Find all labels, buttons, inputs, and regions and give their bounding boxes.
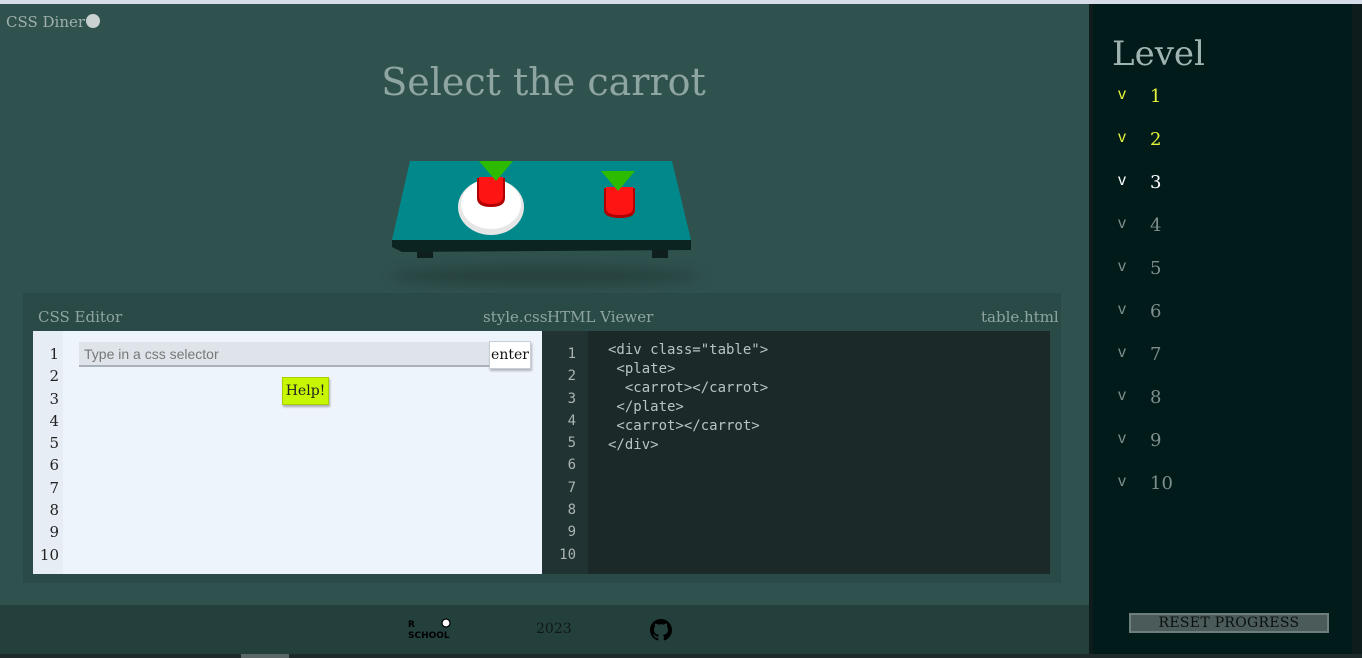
editor-panels: CSS Editor style.css HTML Viewer table.h… <box>23 293 1061 583</box>
level-item[interactable]: v6 <box>1118 301 1173 344</box>
line-number: 10 <box>39 545 59 564</box>
level-number: 5 <box>1150 258 1162 279</box>
check-icon: v <box>1118 215 1126 232</box>
level-item[interactable]: v9 <box>1118 430 1173 473</box>
line-number: 4 <box>49 411 59 430</box>
css-editor-title: CSS Editor <box>38 308 123 326</box>
check-icon: v <box>1118 258 1126 275</box>
level-number: 10 <box>1150 473 1173 494</box>
level-number: 7 <box>1150 344 1162 365</box>
rs-school-logo[interactable]: R SCHOOL <box>406 617 462 641</box>
css-editor: 1 2 3 4 5 6 7 8 9 10 enter Help! <box>33 331 542 574</box>
html-viewer-title: HTML Viewer <box>547 308 654 326</box>
line-number: 6 <box>567 457 576 474</box>
table-leg-right <box>652 250 668 258</box>
level-item[interactable]: v5 <box>1118 258 1173 301</box>
line-number: 1 <box>567 346 576 362</box>
horizontal-scrollbar[interactable] <box>0 654 1362 658</box>
line-number: 8 <box>567 502 576 519</box>
html-viewer-gutter: 1 2 3 4 5 6 7 8 9 10 <box>542 331 588 574</box>
level-item-current[interactable]: v3 <box>1118 172 1173 215</box>
level-item[interactable]: v4 <box>1118 215 1173 258</box>
html-code: <div class="table"> <plate> <carrot></ca… <box>608 341 768 455</box>
table-front <box>392 240 691 252</box>
line-number: 1 <box>49 345 59 363</box>
line-number: 9 <box>49 523 59 542</box>
level-sidebar-panel: Level v1 v2 v3 v4 v5 v6 v7 v8 v9 v 10 RES… <box>1093 4 1352 654</box>
table-illustration <box>392 161 691 258</box>
check-icon: v <box>1118 344 1126 361</box>
footer-year: 2023 <box>536 621 572 637</box>
level-number: 6 <box>1150 301 1162 322</box>
code-line[interactable]: <plate> <box>608 360 768 379</box>
level-sidebar: Level v1 v2 v3 v4 v5 v6 v7 v8 v9 v 10 RES… <box>1089 4 1362 654</box>
line-number: 8 <box>49 501 59 520</box>
code-line[interactable]: <carrot></carrot> <box>608 379 768 398</box>
line-number: 9 <box>567 524 576 541</box>
check-icon: v <box>1118 387 1126 404</box>
html-viewer: 1 2 3 4 5 6 7 8 9 10 <div class="table">… <box>542 331 1050 574</box>
check-icon: v <box>1118 473 1126 490</box>
line-number: 4 <box>567 412 576 429</box>
css-editor-filename: style.css <box>483 308 548 326</box>
line-number: 2 <box>567 368 576 385</box>
check-icon: v <box>1118 430 1126 447</box>
line-number: 7 <box>49 478 59 497</box>
line-number: 5 <box>567 435 576 452</box>
line-number: 2 <box>49 367 59 386</box>
svg-text:R: R <box>408 620 415 630</box>
line-number: 6 <box>49 456 59 475</box>
code-line[interactable]: <div class="table"> <box>608 341 768 360</box>
level-number: 8 <box>1150 387 1162 408</box>
level-item[interactable]: v8 <box>1118 387 1173 430</box>
line-number: 10 <box>559 546 576 563</box>
line-number: 5 <box>49 434 59 453</box>
table-top <box>392 161 691 240</box>
level-number: 3 <box>1150 172 1162 193</box>
scrollbar-thumb[interactable] <box>241 654 289 658</box>
level-number: 4 <box>1150 215 1162 236</box>
menu-toggle-icon[interactable] <box>86 14 100 28</box>
line-number: 3 <box>49 389 59 408</box>
enter-button[interactable]: enter <box>489 341 531 369</box>
check-icon: v <box>1118 172 1126 189</box>
brand-title: CSS Diner <box>6 13 86 31</box>
check-icon: v <box>1118 301 1126 318</box>
code-line[interactable]: </div> <box>608 436 768 455</box>
code-line[interactable]: <carrot></carrot> <box>608 417 768 436</box>
level-title: Level <box>1112 34 1205 74</box>
footer: R SCHOOL 2023 <box>0 605 1089 654</box>
check-icon: v <box>1118 86 1126 103</box>
css-editor-gutter: 1 2 3 4 5 6 7 8 9 10 <box>33 331 74 574</box>
help-button[interactable]: Help! <box>282 377 329 405</box>
css-selector-input[interactable] <box>79 342 490 367</box>
code-line[interactable]: </plate> <box>608 398 768 417</box>
level-number: 9 <box>1150 430 1162 451</box>
line-number: 3 <box>567 390 576 407</box>
check-icon: v <box>1118 129 1126 146</box>
svg-text:SCHOOL: SCHOOL <box>408 631 450 641</box>
level-instruction: Select the carrot <box>381 60 706 104</box>
css-line-numbers: 1 2 3 4 5 6 7 8 9 10 <box>33 343 63 566</box>
reset-progress-button[interactable]: RESET PROGRESS <box>1129 613 1329 633</box>
level-item[interactable]: v 10 <box>1118 473 1173 516</box>
level-item[interactable]: v2 <box>1118 129 1173 172</box>
html-line-numbers: 1 2 3 4 5 6 7 8 9 10 <box>542 343 576 566</box>
table-scene <box>380 150 710 290</box>
level-number: 1 <box>1150 86 1162 107</box>
level-list: v1 v2 v3 v4 v5 v6 v7 v8 v9 v 10 <box>1118 86 1173 516</box>
github-icon[interactable] <box>650 619 672 641</box>
level-item[interactable]: v7 <box>1118 344 1173 387</box>
html-viewer-filename: table.html <box>981 308 1059 326</box>
level-item[interactable]: v1 <box>1118 86 1173 129</box>
line-number: 7 <box>567 479 576 496</box>
level-number: 2 <box>1150 129 1162 150</box>
